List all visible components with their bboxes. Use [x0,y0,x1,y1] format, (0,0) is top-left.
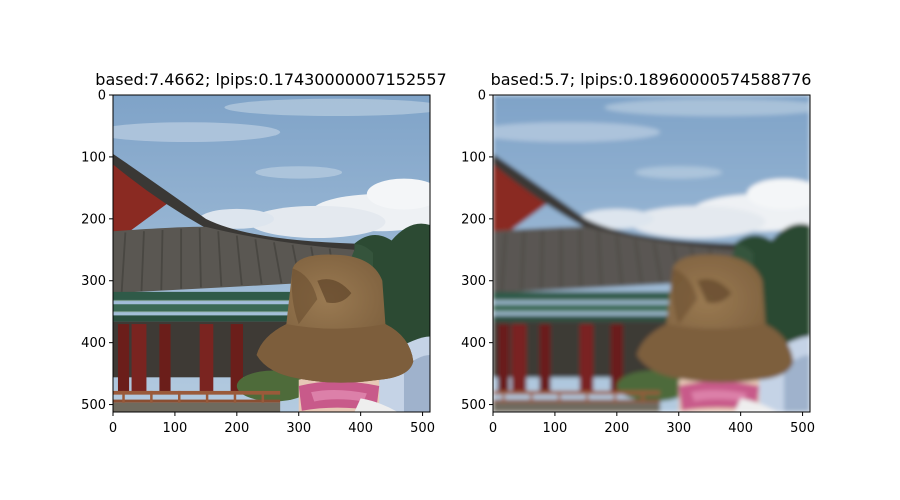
left-y-tick-label: 100 [81,150,106,165]
image-left [113,95,430,412]
axes-left: based:7.4662; lpips:0.17430000007152557 … [81,70,447,436]
left-x-tick-label: 100 [163,421,188,436]
left-x-tick-label: 0 [109,421,117,436]
right-y-tick-label: 0 [478,89,486,104]
left-x-tick-label: 300 [286,421,311,436]
right-x-tick-label: 300 [666,421,691,436]
left-x-tick-label: 400 [348,421,373,436]
axes-right: based:5.7; lpips:0.18960000574588776 0 10… [461,70,815,436]
right-x-tick-label: 200 [604,421,629,436]
right-y-tick-label: 100 [461,150,486,165]
right-y-tick-label: 500 [461,398,486,413]
axes-left-title: based:7.4662; lpips:0.17430000007152557 [95,70,446,89]
right-x-tick-label: 400 [728,421,753,436]
right-x-tick-label: 100 [543,421,568,436]
right-x-tick-label: 0 [489,421,497,436]
right-x-tick-label: 500 [790,421,815,436]
left-y-tick-label: 500 [81,398,106,413]
left-x-tick-label: 200 [224,421,249,436]
left-y-tick-label: 400 [81,336,106,351]
right-y-tick-label: 300 [461,274,486,289]
left-y-tick-label: 0 [98,89,106,104]
right-y-tick-label: 400 [461,336,486,351]
figure: based:7.4662; lpips:0.17430000007152557 … [81,70,815,436]
left-x-tick-label: 500 [410,421,435,436]
left-y-tick-label: 300 [81,274,106,289]
left-y-tick-label: 200 [81,212,106,227]
right-y-tick-label: 200 [461,212,486,227]
axes-right-title: based:5.7; lpips:0.18960000574588776 [491,70,812,89]
image-right [493,95,810,412]
